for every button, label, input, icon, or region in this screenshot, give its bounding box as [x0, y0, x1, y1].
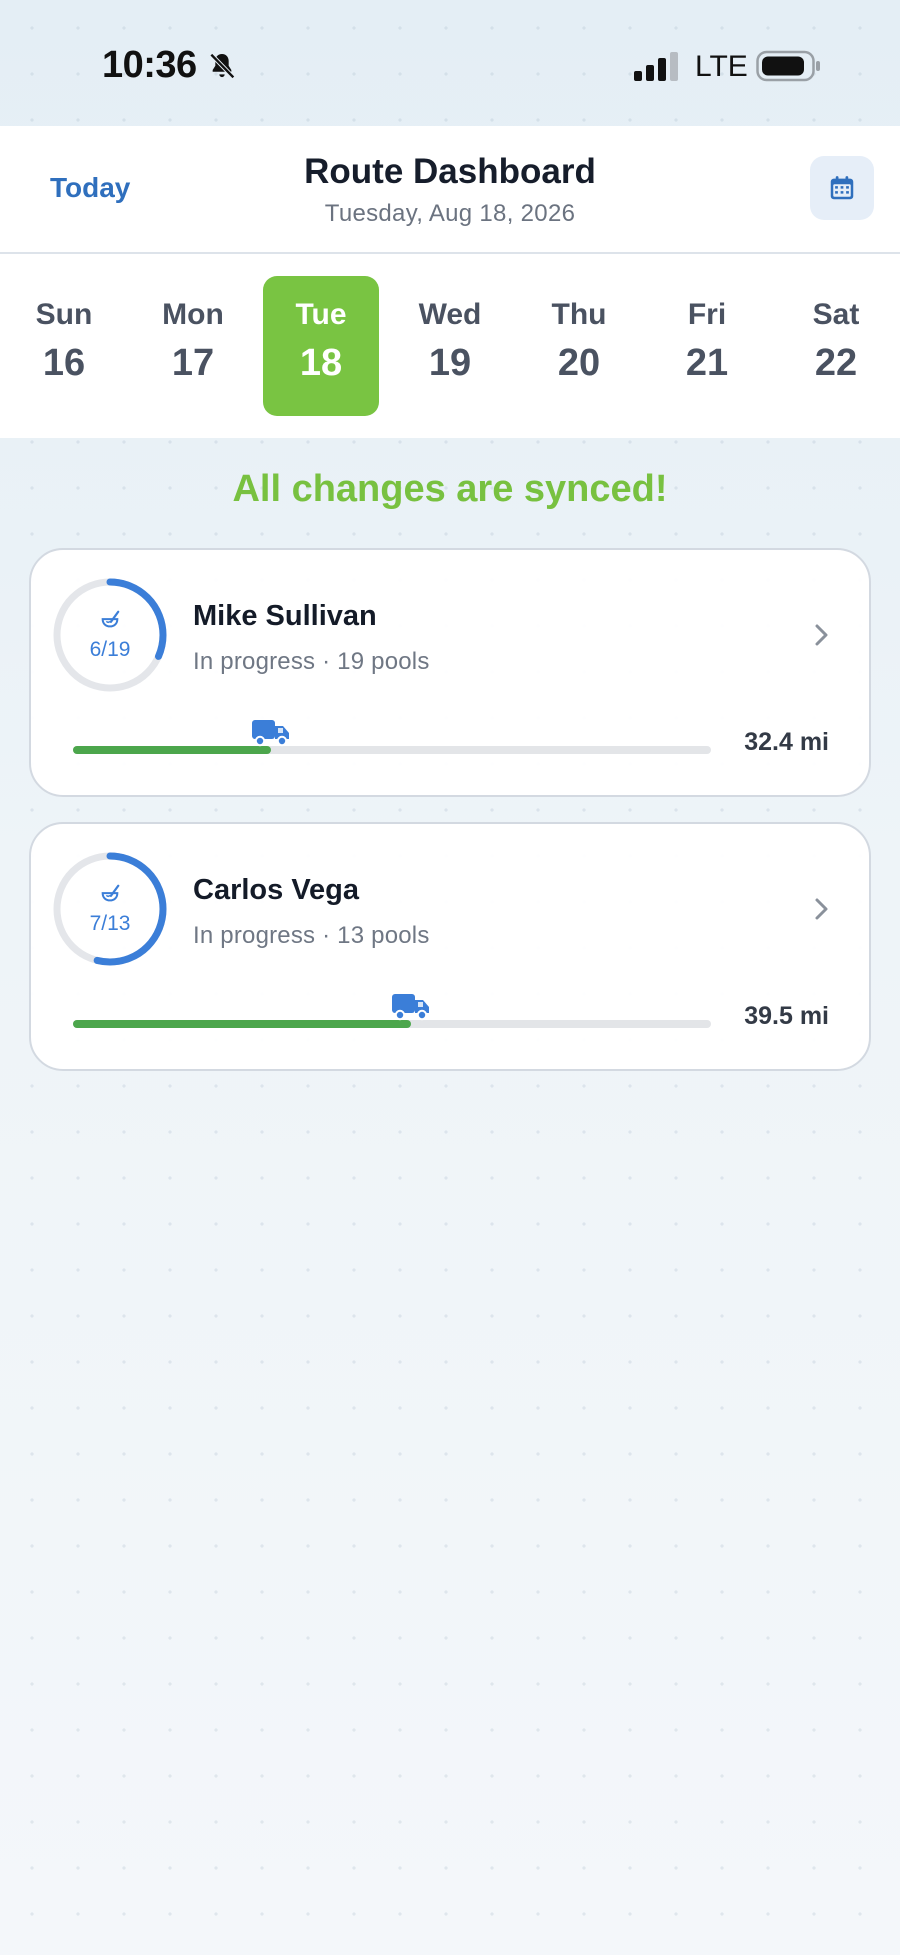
header: Today Route Dashboard Tuesday, Aug 18, 2… — [0, 126, 900, 254]
day-number: 16 — [42, 342, 86, 384]
route-distance: 32.4 mi — [744, 728, 829, 756]
day-name: Sat — [812, 298, 860, 331]
day-fri[interactable]: Fri 21 — [649, 276, 765, 416]
day-name: Tue — [295, 298, 347, 331]
technician-name: Mike Sullivan — [193, 600, 377, 632]
technician-name: Carlos Vega — [193, 874, 360, 906]
day-thu[interactable]: Thu 20 — [521, 276, 637, 416]
network-label: LTE — [695, 50, 748, 83]
day-number: 21 — [685, 342, 729, 384]
day-name: Sun — [35, 298, 93, 331]
truck-icon — [251, 720, 289, 747]
page-subtitle: Tuesday, Aug 18, 2026 — [324, 200, 576, 227]
route-distance: 39.5 mi — [744, 1002, 829, 1030]
pool-icon — [101, 610, 120, 628]
calendar-button[interactable] — [810, 156, 874, 220]
chevron-right-icon — [815, 898, 828, 920]
day-number: 20 — [557, 342, 601, 384]
route-progress-track — [73, 746, 711, 754]
stops-count: 6/19 — [89, 638, 131, 661]
day-mon[interactable]: Mon 17 — [135, 276, 251, 416]
day-number: 19 — [428, 342, 472, 384]
day-sun[interactable]: Sun 16 — [6, 276, 122, 416]
battery-icon — [756, 50, 820, 82]
bell-slash-icon — [209, 53, 235, 79]
day-name: Wed — [418, 298, 482, 331]
status-time: 10:36 — [102, 44, 197, 86]
day-number: 18 — [299, 342, 343, 384]
day-wed[interactable]: Wed 19 — [392, 276, 508, 416]
chevron-right-icon — [815, 624, 828, 646]
page-title: Route Dashboard — [304, 152, 596, 191]
sync-status: All changes are synced! — [232, 468, 668, 510]
route-card[interactable]: 6/19 Mike Sullivan In progress · 19 pool… — [29, 548, 871, 797]
truck-icon — [392, 994, 430, 1021]
day-name: Thu — [551, 298, 607, 331]
route-status: In progress · 19 pools — [193, 648, 430, 675]
pool-icon — [101, 884, 120, 902]
route-progress-fill — [73, 746, 271, 754]
day-number: 22 — [814, 342, 858, 384]
week-strip: Sun 16 Mon 17 Tue 18 Wed 19 Thu 20 Fri 2… — [0, 254, 900, 438]
ring-center: 7/13 — [51, 850, 169, 968]
route-status: In progress · 13 pools — [193, 922, 430, 949]
status-bar: 10:36 LTE — [0, 0, 900, 126]
ring-center: 6/19 — [51, 576, 169, 694]
route-progress-fill — [73, 1020, 412, 1028]
signal-icon — [634, 52, 678, 81]
day-name: Fri — [687, 298, 727, 331]
calendar-icon — [830, 176, 854, 200]
day-number: 17 — [171, 342, 215, 384]
day-name: Mon — [162, 298, 224, 331]
stops-count: 7/13 — [89, 912, 131, 935]
route-card[interactable]: 7/13 Carlos Vega In progress · 13 pools … — [29, 822, 871, 1071]
day-tue-selected[interactable]: Tue 18 — [263, 276, 379, 416]
day-sat[interactable]: Sat 22 — [778, 276, 894, 416]
